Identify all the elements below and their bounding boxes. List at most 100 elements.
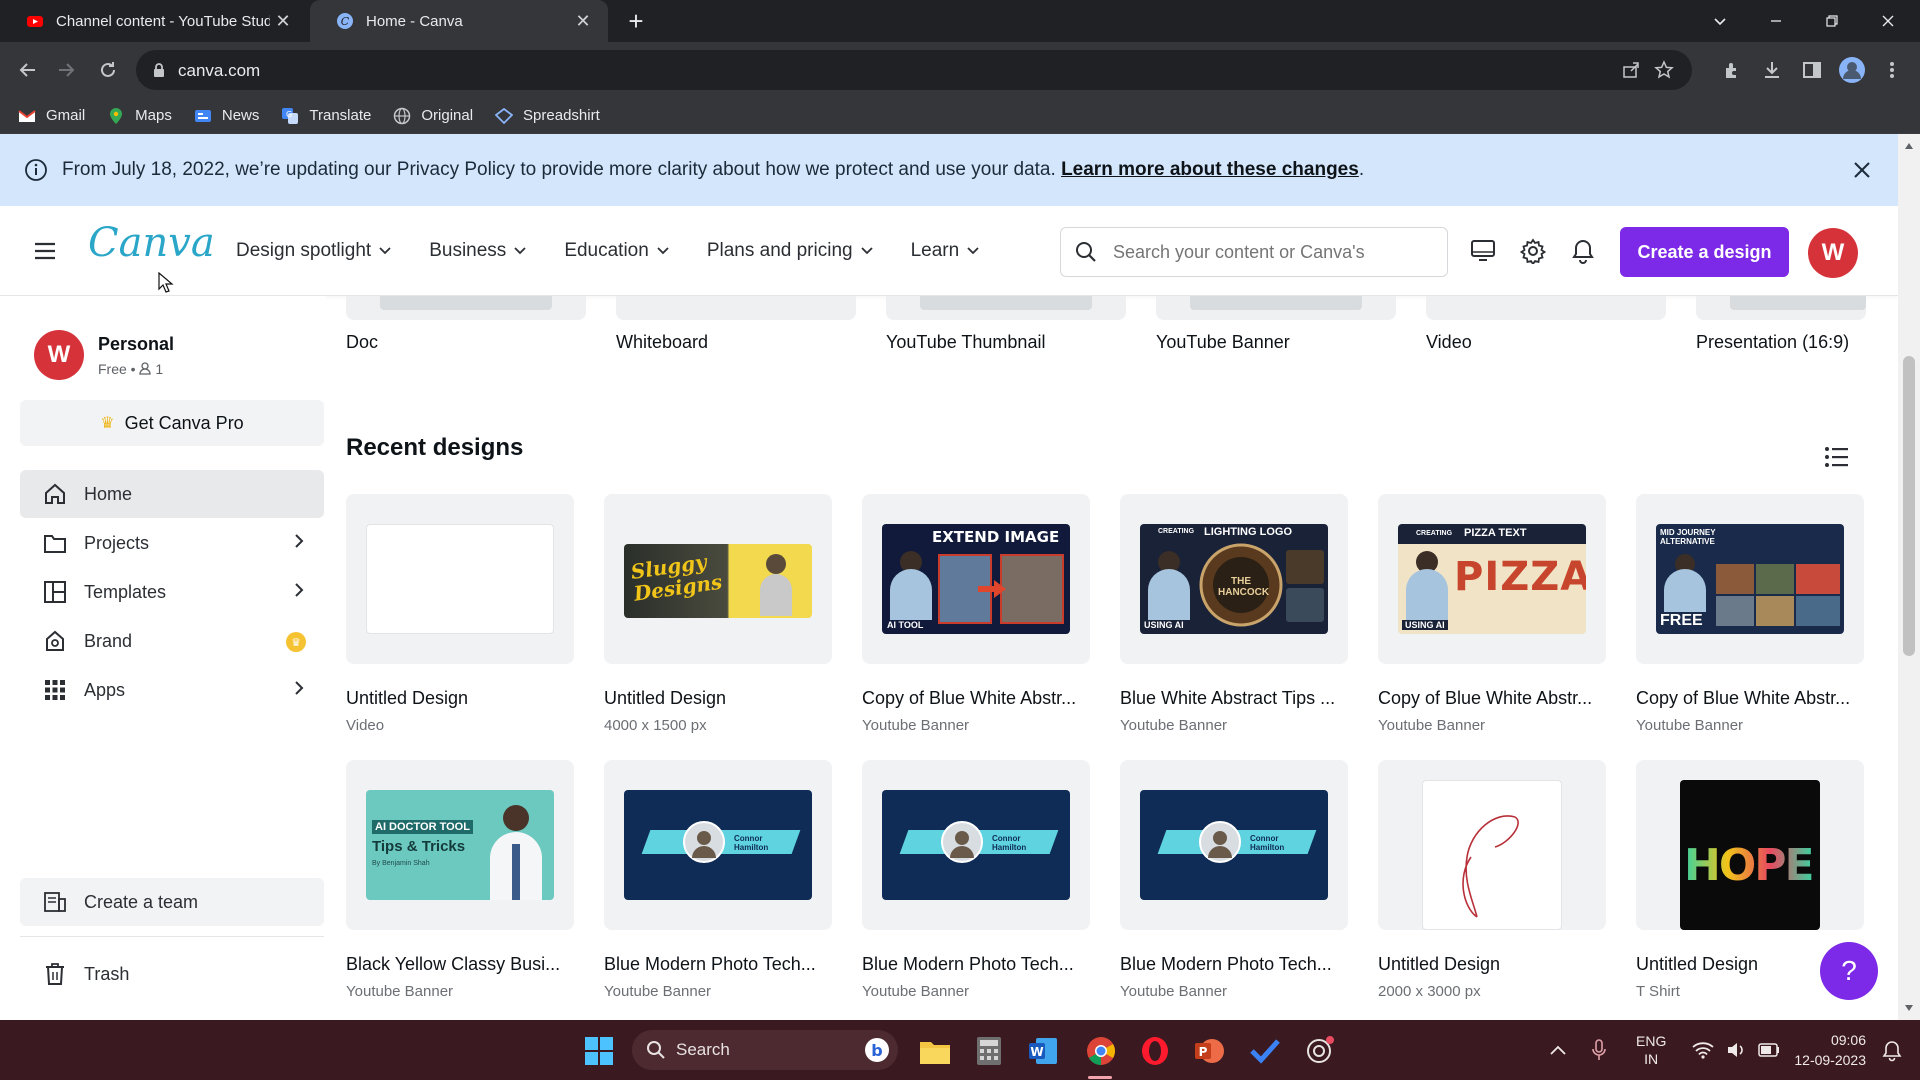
design-title[interactable]: Blue Modern Photo Tech...	[1120, 954, 1348, 975]
volume-icon[interactable]	[1726, 1041, 1746, 1059]
get-canva-pro-button[interactable]: ♛ Get Canva Pro	[20, 400, 324, 446]
settings-gear-icon[interactable]	[1516, 234, 1550, 268]
sidebar-item-brand[interactable]: Brand ♛	[20, 617, 324, 665]
tab-search-icon[interactable]	[1692, 0, 1748, 42]
chrome-icon[interactable]	[1084, 1034, 1118, 1068]
design-card[interactable]: Sluggy Designs Untitled Design 4000 x 15…	[604, 494, 832, 734]
design-type-yt-banner-thumb[interactable]	[1156, 296, 1396, 320]
design-card[interactable]: CREATING LIGHTING LOGO THE HANCOCK USING…	[1120, 494, 1348, 734]
search-input[interactable]	[1111, 240, 1431, 264]
design-type-yt-thumbnail-label[interactable]: YouTube Thumbnail	[886, 332, 1045, 353]
tab-canva-home[interactable]: C Home - Canva ✕	[310, 0, 608, 42]
minimize-icon[interactable]	[1748, 0, 1804, 42]
reload-icon[interactable]	[92, 54, 124, 86]
design-thumbnail[interactable]: CREATING LIGHTING LOGO THE HANCOCK USING…	[1120, 494, 1348, 664]
design-thumbnail[interactable]: MID JOURNEY ALTERNATIVE FREE	[1636, 494, 1864, 664]
sidebar-item-home[interactable]: Home	[20, 470, 324, 518]
language-indicator[interactable]: ENG IN	[1636, 1032, 1666, 1068]
close-window-icon[interactable]	[1860, 0, 1916, 42]
design-title[interactable]: Untitled Design	[346, 688, 574, 709]
help-button[interactable]: ?	[1820, 942, 1878, 1000]
design-card[interactable]: Untitled Design Video	[346, 494, 574, 734]
design-thumbnail[interactable]: Connor Hamilton	[862, 760, 1090, 930]
bookmark-gmail[interactable]: Gmail	[18, 107, 85, 125]
design-title[interactable]: Copy of Blue White Abstr...	[1636, 688, 1864, 709]
sidebar-item-trash[interactable]: Trash	[20, 950, 324, 998]
calculator-icon[interactable]	[972, 1034, 1006, 1068]
nav-education[interactable]: Education	[564, 240, 669, 262]
download-icon[interactable]	[1756, 54, 1788, 86]
design-card[interactable]: EXTEND IMAGE AI TOOL Copy of Blue White …	[862, 494, 1090, 734]
close-tab-icon[interactable]: ✕	[570, 8, 596, 34]
design-title[interactable]: Blue Modern Photo Tech...	[604, 954, 832, 975]
design-card[interactable]: Connor Hamilton Blue Modern Photo Tech..…	[862, 760, 1090, 1000]
browser-menu-icon[interactable]	[1876, 54, 1908, 86]
battery-icon[interactable]	[1758, 1043, 1780, 1057]
design-type-video-thumb[interactable]	[1426, 296, 1666, 320]
design-card[interactable]: Untitled Design 2000 x 3000 px	[1378, 760, 1606, 1000]
opera-icon[interactable]	[1138, 1034, 1172, 1068]
learn-more-link[interactable]: Learn more about these changes	[1061, 159, 1359, 181]
design-title[interactable]: Black Yellow Classy Busi...	[346, 954, 574, 975]
sidebar-item-apps[interactable]: Apps	[20, 666, 324, 714]
design-title[interactable]: Untitled Design	[604, 688, 832, 709]
bookmark-original[interactable]: Original	[393, 107, 473, 125]
word-icon[interactable]: W	[1026, 1034, 1060, 1068]
design-type-presentation-label[interactable]: Presentation (16:9)	[1696, 332, 1849, 353]
design-title[interactable]: Copy of Blue White Abstr...	[1378, 688, 1606, 709]
design-type-whiteboard-thumb[interactable]	[616, 296, 856, 320]
nav-design-spotlight[interactable]: Design spotlight	[236, 240, 391, 262]
address-bar[interactable]: canva.com	[136, 50, 1692, 90]
canva-logo[interactable]: Canva	[88, 220, 215, 266]
back-icon[interactable]	[12, 54, 44, 86]
tray-overflow-chevron-icon[interactable]	[1550, 1045, 1566, 1055]
notifications-bell-icon[interactable]	[1566, 234, 1600, 268]
bookmark-news[interactable]: News	[194, 107, 259, 125]
design-thumbnail[interactable]: Connor Hamilton	[604, 760, 832, 930]
new-tab-button[interactable]: +	[622, 8, 650, 36]
scroll-down-icon[interactable]	[1904, 1004, 1914, 1012]
scroll-up-icon[interactable]	[1904, 142, 1914, 150]
profile-avatar-icon[interactable]	[1836, 54, 1868, 86]
windows-start-icon[interactable]	[582, 1034, 616, 1068]
taskbar-search[interactable]: Search b	[632, 1030, 898, 1070]
design-thumbnail[interactable]: HOPE	[1636, 760, 1864, 930]
design-type-doc-label[interactable]: Doc	[346, 332, 378, 353]
design-card[interactable]: Connor Hamilton Blue Modern Photo Tech..…	[1120, 760, 1348, 1000]
file-explorer-icon[interactable]	[918, 1034, 952, 1068]
design-title[interactable]: Blue White Abstract Tips ...	[1120, 688, 1348, 709]
desktop-app-icon[interactable]	[1466, 234, 1500, 268]
side-panel-icon[interactable]	[1796, 54, 1828, 86]
design-thumbnail[interactable]: EXTEND IMAGE AI TOOL	[862, 494, 1090, 664]
share-icon[interactable]	[1622, 61, 1640, 79]
close-banner-icon[interactable]	[1848, 156, 1876, 184]
design-card[interactable]: CREATING PIZZA TEXT PIZZA USING AI Copy …	[1378, 494, 1606, 734]
todo-check-icon[interactable]	[1248, 1034, 1282, 1068]
design-title[interactable]: Blue Modern Photo Tech...	[862, 954, 1090, 975]
design-type-doc-thumb[interactable]	[346, 296, 586, 320]
account-switcher[interactable]: W Personal Free • 1	[34, 330, 174, 380]
forward-icon[interactable]	[50, 54, 82, 86]
design-thumbnail[interactable]: Sluggy Designs	[604, 494, 832, 664]
design-title[interactable]: Copy of Blue White Abstr...	[862, 688, 1090, 709]
powerpoint-icon[interactable]: P	[1192, 1034, 1226, 1068]
microphone-icon[interactable]	[1592, 1039, 1606, 1061]
sidebar-item-templates[interactable]: Templates	[20, 568, 324, 616]
menu-hamburger-icon[interactable]	[30, 236, 60, 266]
bookmark-star-icon[interactable]	[1654, 60, 1674, 80]
design-type-whiteboard-label[interactable]: Whiteboard	[616, 332, 708, 353]
design-card[interactable]: AI DOCTOR TOOL Tips & Tricks By Benjamin…	[346, 760, 574, 1000]
create-team-button[interactable]: Create a team	[20, 878, 324, 926]
create-design-button[interactable]: Create a design	[1620, 227, 1789, 277]
bookmark-spreadshirt[interactable]: Spreadshirt	[495, 107, 600, 125]
search-box[interactable]	[1060, 227, 1448, 277]
sidebar-item-projects[interactable]: Projects	[20, 519, 324, 567]
design-card[interactable]: MID JOURNEY ALTERNATIVE FREE Copy of Blu…	[1636, 494, 1864, 734]
design-title[interactable]: Untitled Design	[1378, 954, 1606, 975]
tab-youtube-studio[interactable]: Channel content - YouTube Studio ✕	[0, 0, 308, 42]
nav-business[interactable]: Business	[429, 240, 526, 262]
user-avatar[interactable]: W	[1808, 228, 1858, 278]
design-type-yt-thumbnail-thumb[interactable]	[886, 296, 1126, 320]
design-card[interactable]: Connor Hamilton Blue Modern Photo Tech..…	[604, 760, 832, 1000]
design-type-video-label[interactable]: Video	[1426, 332, 1472, 353]
